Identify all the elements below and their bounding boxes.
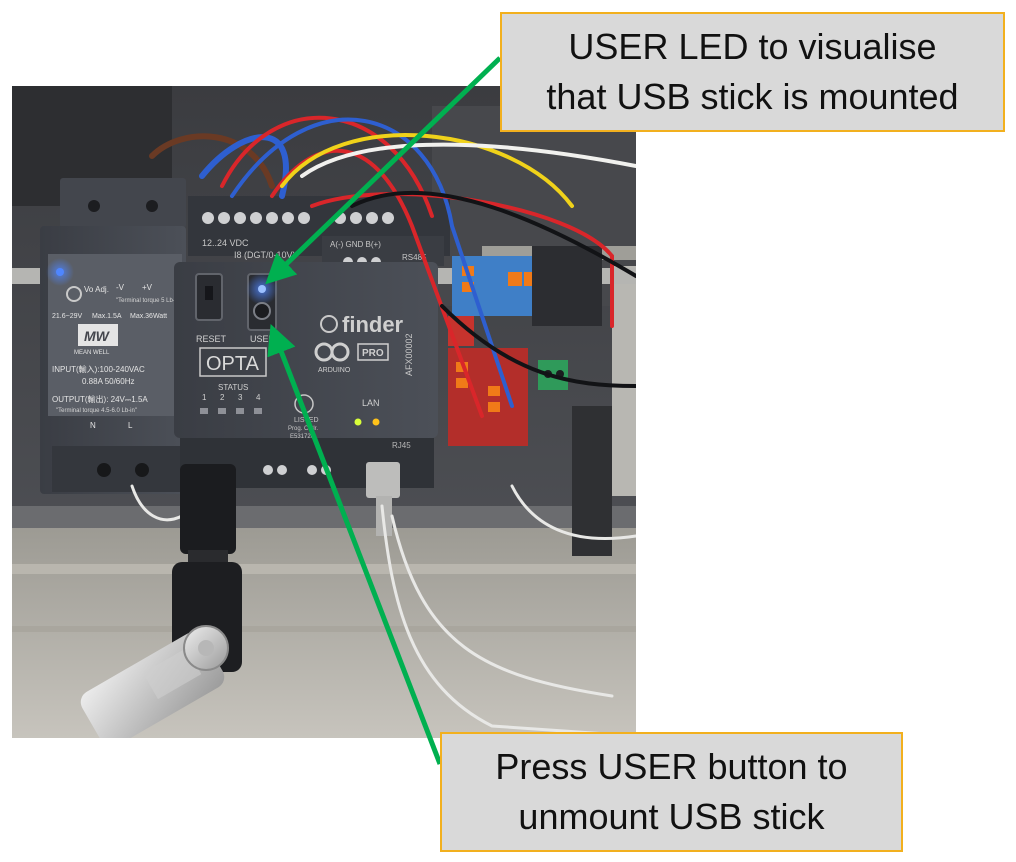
status-led: [200, 408, 208, 414]
psu-brand: MEAN WELL: [74, 350, 110, 356]
callout-user-button: Press USER button to unmount USB stick: [440, 732, 903, 852]
user-label: USER: [250, 334, 276, 344]
opta-inputs-label: I8 (DGT/0-10V): [234, 250, 296, 260]
user-button[interactable]: [253, 302, 271, 320]
ethernet-plug: [366, 462, 400, 498]
psu-n-label: N: [90, 421, 96, 430]
psu-input-1: INPUT(輸入):100-240VAC: [52, 364, 145, 374]
usb-adapter: [180, 464, 236, 554]
lan-label: LAN: [362, 398, 380, 408]
callout-led-line1: USER LED to visualise: [568, 26, 937, 67]
callout-user-led: USER LED to visualise that USB stick is …: [500, 12, 1005, 132]
psu-input-2: 0.88A 50/60Hz: [82, 377, 134, 386]
callout-btn-line2: unmount USB stick: [518, 796, 825, 837]
rj45-label: RJ45: [392, 441, 411, 450]
status-number: 3: [238, 393, 243, 402]
arduino-label: ARDUINO: [318, 367, 351, 374]
user-led: [258, 285, 266, 293]
status-number: 4: [256, 393, 261, 402]
device-photo: Vo Adj. -V +V "Terminal torque 5 Lb-in" …: [12, 86, 636, 738]
opta-supply-label: 12..24 VDC: [202, 238, 249, 248]
callout-btn-line1: Press USER button to: [495, 746, 848, 787]
status-number: 1: [202, 393, 207, 402]
psu-terminal-torque: "Terminal torque 5 Lb-in": [116, 298, 182, 304]
callout-led-line2: that USB stick is mounted: [546, 76, 959, 117]
psu-minus-v: -V: [116, 283, 125, 292]
lan-activity-led: [372, 418, 380, 426]
svg-text:MW: MW: [84, 328, 111, 344]
finder-label: finder: [342, 312, 404, 337]
psu-max-current: Max.1.5A: [92, 313, 122, 320]
pro-label: PRO: [362, 348, 384, 359]
psu-output-torque: "Terminal torque 4.5-6.0 Lb-in": [56, 408, 137, 414]
status-led: [236, 408, 244, 414]
rs485-pins-label: A(-) GND B(+): [330, 240, 381, 249]
status-label: STATUS: [218, 383, 248, 392]
status-led: [254, 408, 262, 414]
reset-label: RESET: [196, 334, 227, 344]
opta-label: OPTA: [206, 353, 260, 375]
psu-plus-v: +V: [142, 283, 153, 292]
status-led: [218, 408, 226, 414]
power-supply: Vo Adj. -V +V "Terminal torque 5 Lb-in" …: [40, 178, 186, 494]
lan-link-led: [354, 418, 362, 426]
model-label: AFX00002: [404, 333, 414, 376]
psu-max-power: Max.36Watt: [130, 313, 167, 320]
psu-range: 21.6~29V: [52, 313, 82, 320]
psu-output: OUTPUT(輸出): 24V⎓1.5A: [52, 394, 148, 404]
ul-sub: Prog. Cntlr.: [288, 426, 318, 432]
ul-listed: LISTED: [294, 417, 319, 424]
psu-vo-adj: Vo Adj.: [84, 285, 109, 294]
status-number: 2: [220, 393, 225, 402]
psu-l-label: L: [128, 421, 133, 430]
